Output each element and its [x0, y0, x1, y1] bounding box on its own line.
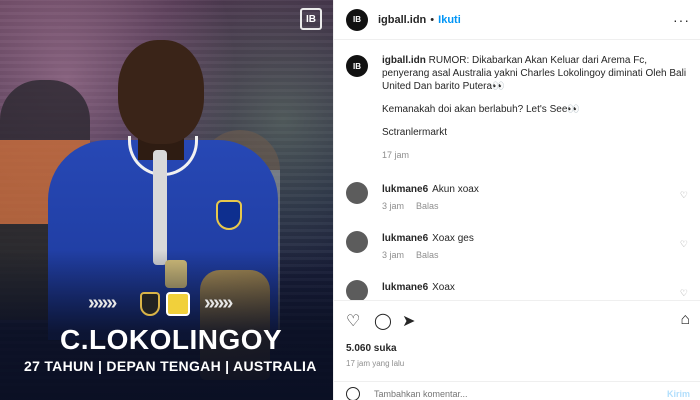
chevrons-right: »»»: [204, 292, 233, 314]
action-row: ♡ ◯ ➤ ⌂: [346, 311, 690, 333]
avatar[interactable]: IB: [346, 8, 368, 31]
comment-text: Akun xoax: [432, 184, 479, 195]
comment-avatar[interactable]: [346, 280, 368, 300]
bookmark-icon[interactable]: ⌂: [680, 311, 690, 329]
caption-avatar[interactable]: IB: [346, 55, 368, 77]
post-time: 17 jam yang lalu: [346, 359, 405, 368]
chevrons-left: »»»: [88, 292, 117, 314]
player-head: [118, 40, 204, 144]
more-icon[interactable]: ···: [673, 12, 690, 28]
emoji-icon[interactable]: [346, 387, 360, 400]
bali-united-logo: [140, 292, 160, 316]
comment-time: 3 jam: [382, 201, 405, 211]
post-panel: IB igball.idn • Ikuti ··· IB igball.idn …: [333, 0, 700, 400]
header-username[interactable]: igball.idn: [378, 14, 426, 26]
share-icon[interactable]: ➤: [402, 311, 415, 331]
comment-text: Xoax: [432, 282, 455, 293]
heart-icon[interactable]: ♡: [680, 190, 688, 201]
comment-input[interactable]: [374, 389, 644, 399]
heart-icon[interactable]: ♡: [680, 288, 688, 299]
player-name: C.LOKOLINGOY: [60, 324, 283, 355]
comments-scroll[interactable]: IB igball.idn RUMOR: Dikabarkan Akan Kel…: [334, 44, 700, 300]
heart-icon[interactable]: ♡: [346, 311, 360, 331]
medal-lanyard: [153, 150, 167, 265]
comment: lukmane6 Akun xoax 3 jam Balas ♡: [334, 182, 700, 211]
separator-dot: •: [430, 13, 435, 26]
caption: IB igball.idn RUMOR: Dikabarkan Akan Kel…: [334, 44, 700, 162]
comment: lukmane6 Xoax ♡: [334, 280, 700, 300]
caption-source: Sctranlermarkt: [382, 127, 448, 138]
reply-button[interactable]: Balas: [416, 250, 439, 260]
comment: lukmane6 Xoax ges 3 jam Balas ♡: [334, 231, 700, 260]
heart-icon[interactable]: ♡: [680, 239, 688, 250]
caption-time: 17 jam: [382, 150, 410, 160]
caption-question: Kemanakah doi akan berlabuh? Let's See👀: [382, 104, 580, 115]
follow-button[interactable]: Ikuti: [438, 14, 461, 26]
reply-button[interactable]: Balas: [416, 201, 439, 211]
comment-username[interactable]: lukmane6: [382, 184, 428, 195]
caption-text: RUMOR: Dikabarkan Akan Keluar dari Arema…: [382, 55, 687, 92]
comment-username[interactable]: lukmane6: [382, 282, 428, 293]
comment-text: Xoax ges: [432, 233, 474, 244]
arema-badge: [216, 200, 242, 230]
post-comment-button[interactable]: Kirim: [667, 389, 690, 399]
player-info: 27 TAHUN | DEPAN TENGAH | AUSTRALIA: [24, 358, 317, 374]
barito-putera-logo: [166, 292, 190, 316]
likes-count[interactable]: 5.060 suka: [346, 343, 397, 354]
comment-avatar[interactable]: [346, 231, 368, 253]
brand-logo: IB: [300, 8, 322, 30]
comment-username[interactable]: lukmane6: [382, 233, 428, 244]
comment-time: 3 jam: [382, 250, 405, 260]
post-header: IB igball.idn • Ikuti ···: [334, 0, 700, 40]
comment-icon[interactable]: ◯: [374, 311, 392, 331]
post-image: IB »»» »»» C.LOKOLINGOY 27 TAHUN | DEPAN…: [0, 0, 333, 400]
comment-bar: Kirim: [334, 381, 700, 400]
comment-avatar[interactable]: [346, 182, 368, 204]
caption-username[interactable]: igball.idn: [382, 55, 426, 66]
actions-section: ♡ ◯ ➤ ⌂ 5.060 suka 17 jam yang lalu Kiri…: [334, 300, 700, 400]
